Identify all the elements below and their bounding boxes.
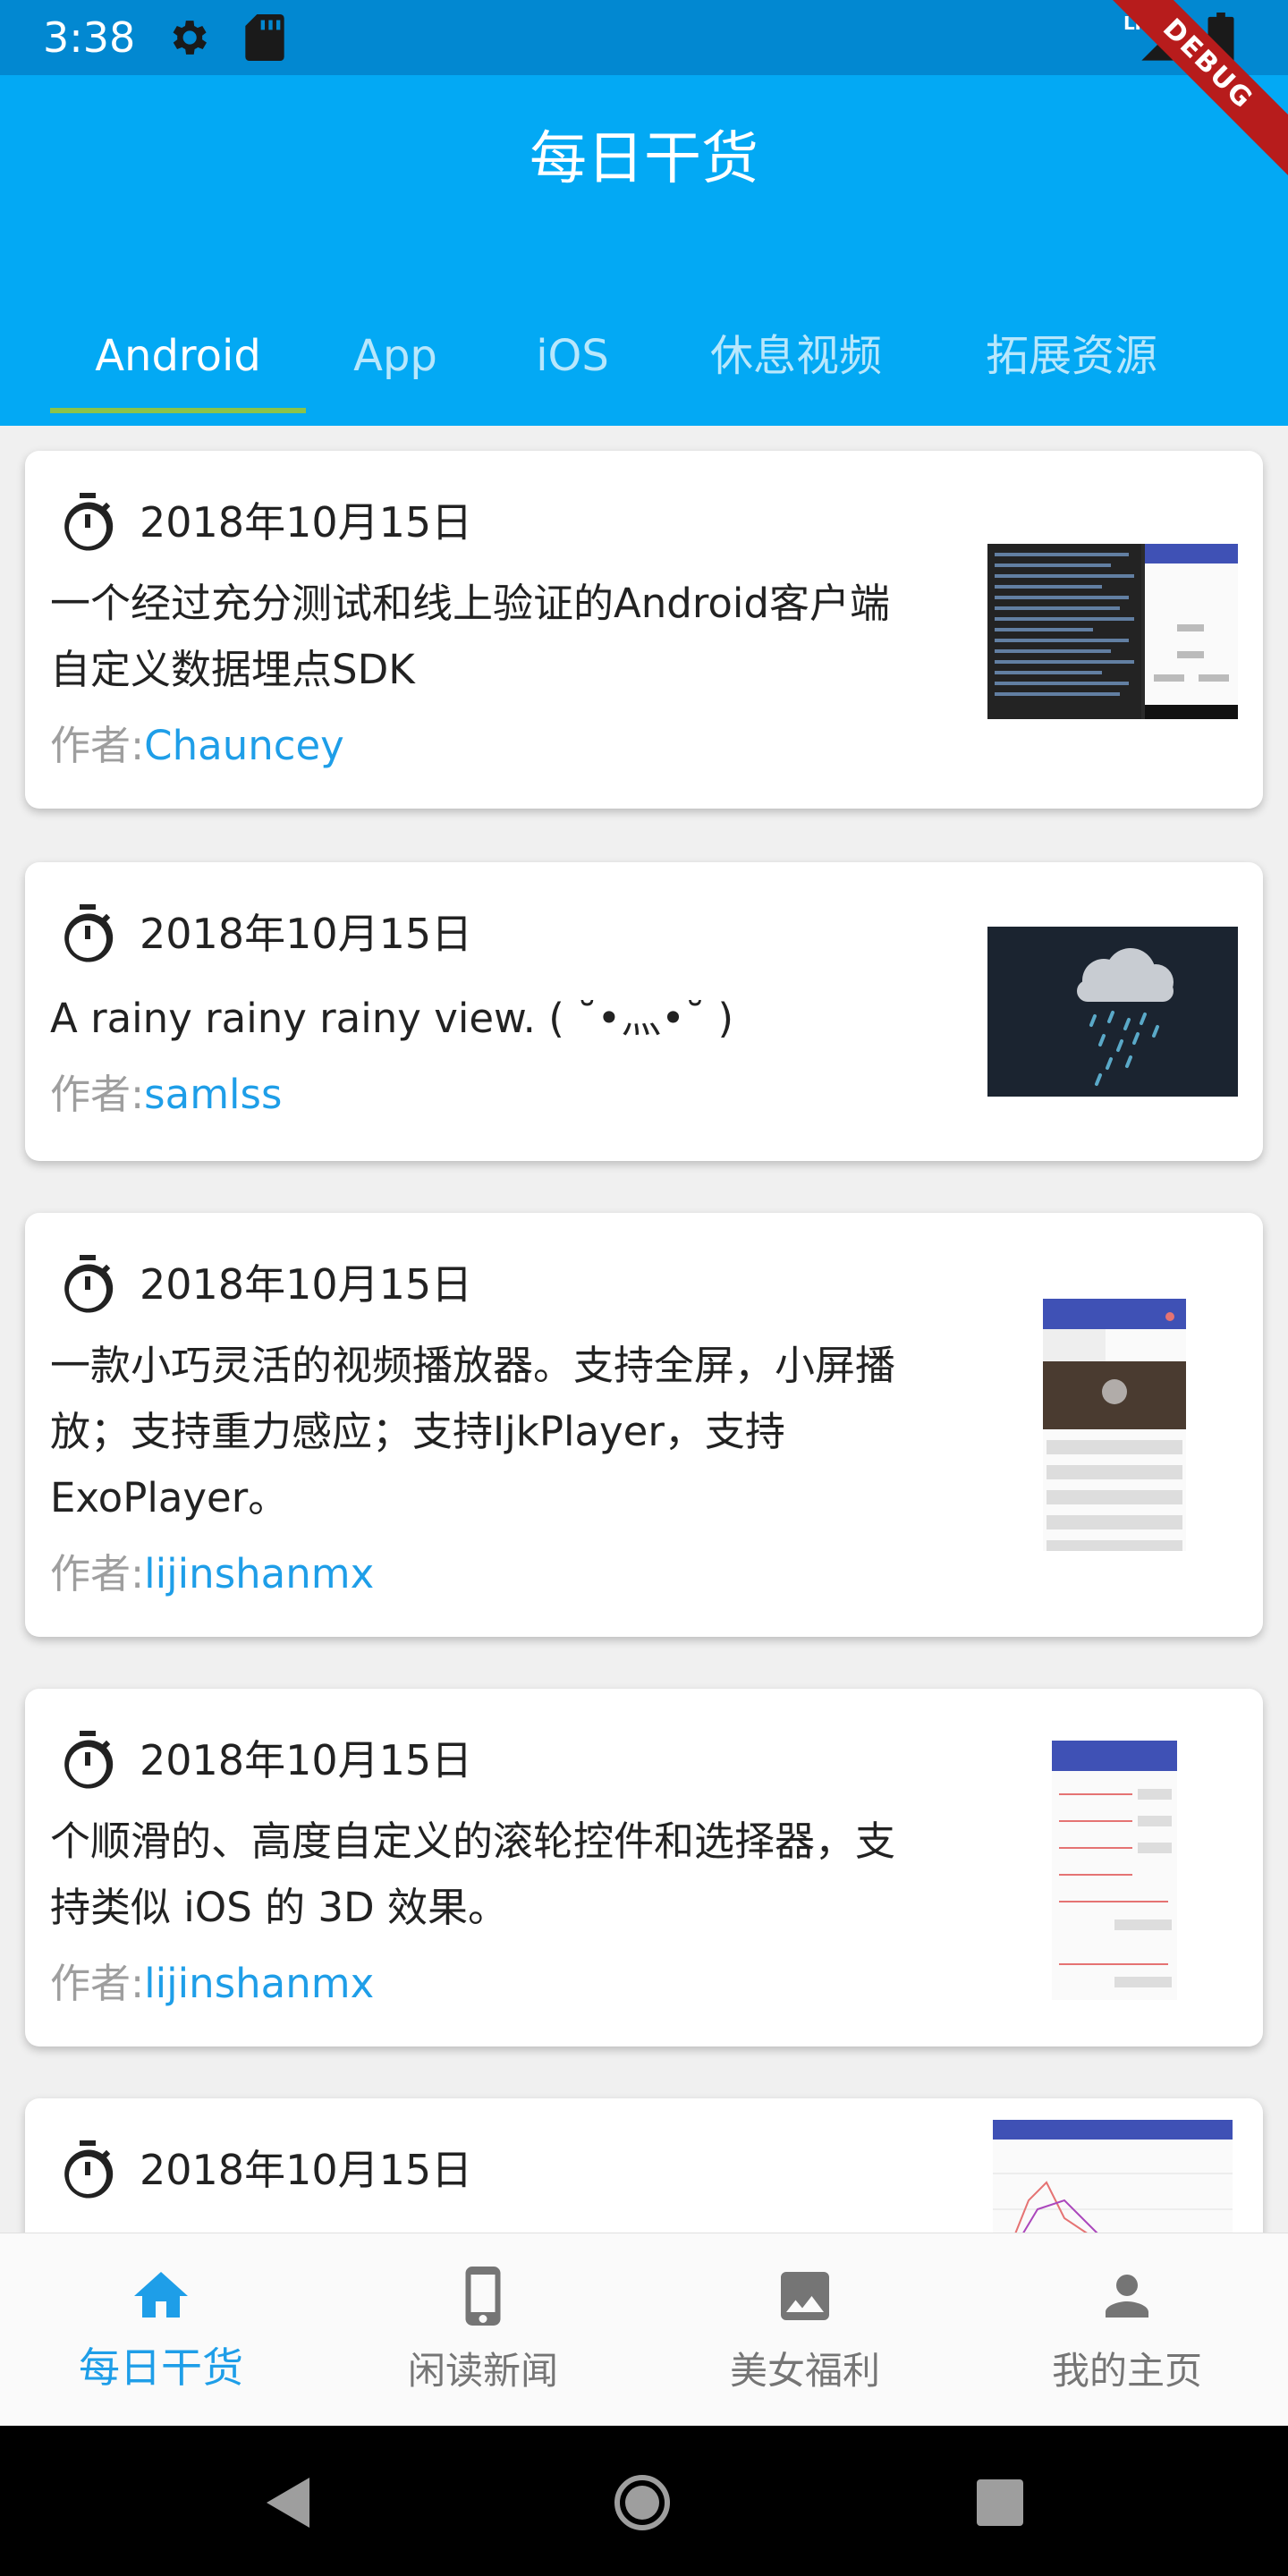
tab-ios[interactable]: iOS	[510, 301, 635, 411]
article-description: 一个经过充分测试和线上验证的Android客户端 自定义数据埋点SDK	[50, 571, 980, 703]
article-author: 作者:lijinshanmx	[50, 1547, 374, 1601]
article-date: 2018年10月15日	[140, 498, 473, 547]
article-thumbnail	[987, 927, 1238, 1097]
author-name[interactable]: lijinshanmx	[144, 1960, 374, 2007]
author-label: 作者:	[50, 1960, 145, 2007]
author-name[interactable]: lijinshanmx	[144, 1550, 374, 1597]
description-line: 持类似 iOS 的 3D 效果。	[50, 1884, 508, 1931]
page-title: 每日干货	[530, 126, 758, 192]
status-bar: 3:38 LTE	[0, 0, 1288, 75]
description-line: A rainy rainy rainy view. ( ˘•灬•˘ )	[50, 995, 734, 1042]
app-bar: 每日干货 Android App iOS 休息视频 拓展资源	[0, 75, 1288, 426]
phone-icon	[465, 2267, 501, 2326]
status-time: 3:38	[43, 13, 136, 62]
nav-profile[interactable]: 我的主页	[966, 2233, 1288, 2427]
article-card[interactable]: 2018年10月15日 一个经过充分测试和线上验证的Android客户端 自定义…	[25, 451, 1263, 809]
article-author: 作者:Chauncey	[50, 719, 344, 773]
nav-daily[interactable]: 每日干货	[0, 2233, 322, 2427]
tab-bar: Android App iOS 休息视频 拓展资源	[0, 301, 1288, 426]
article-author: 作者:samlss	[50, 1068, 282, 1122]
home-icon	[134, 2272, 188, 2318]
article-card[interactable]: 2018年10月15日 A rainy rainy rainy view. ( …	[25, 862, 1263, 1161]
tab-app[interactable]: App	[333, 301, 458, 411]
nav-label: 每日干货	[79, 2343, 243, 2392]
home-button-icon[interactable]	[612, 2472, 673, 2533]
tab-indicator	[50, 408, 306, 413]
back-icon[interactable]	[263, 2474, 313, 2531]
article-date: 2018年10月15日	[140, 910, 473, 958]
tab-android[interactable]: Android	[50, 301, 306, 411]
timer-icon	[64, 1255, 114, 1313]
author-label: 作者:	[50, 722, 145, 769]
nav-label: 闲读新闻	[407, 2349, 558, 2393]
settings-icon	[173, 21, 208, 55]
article-thumbnail	[987, 544, 1238, 719]
description-line: ExoPlayer。	[50, 1474, 289, 1521]
article-description: 一款小巧灵活的视频播放器。支持全屏，小屏播 放；支持重力感应；支持IjkPlay…	[50, 1333, 1007, 1531]
nav-welfare[interactable]: 美女福利	[644, 2233, 966, 2427]
description-line: 一款小巧灵活的视频播放器。支持全屏，小屏播	[50, 1342, 896, 1389]
recents-icon[interactable]	[977, 2479, 1023, 2526]
article-description: 个顺滑的、高度自定义的滚轮控件和选择器，支 持类似 iOS 的 3D 效果。	[50, 1809, 1007, 1941]
article-date: 2018年10月15日	[140, 2146, 473, 2194]
article-date: 2018年10月15日	[140, 1260, 473, 1309]
author-name[interactable]: samlss	[144, 1071, 282, 1118]
description-line: 自定义数据埋点SDK	[50, 646, 415, 693]
article-thumbnail	[1052, 1741, 1177, 2000]
description-line: 放；支持重力感应；支持IjkPlayer，支持	[50, 1408, 785, 1455]
timer-icon	[64, 904, 114, 962]
sd-card-icon	[245, 14, 284, 61]
article-author: 作者:lijinshanmx	[50, 1957, 374, 2011]
timer-icon	[64, 1731, 114, 1789]
author-label: 作者:	[50, 1071, 145, 1118]
system-navigation-bar	[0, 2426, 1288, 2576]
nav-label: 美女福利	[729, 2349, 880, 2393]
image-icon	[781, 2272, 829, 2320]
article-card[interactable]: 2018年10月15日 一款小巧灵活的视频播放器。支持全屏，小屏播 放；支持重力…	[25, 1213, 1263, 1637]
article-date: 2018年10月15日	[140, 1736, 473, 1784]
bottom-navigation: 每日干货 闲读新闻 美女福利 我的主页	[0, 2233, 1288, 2427]
article-thumbnail	[1043, 1299, 1186, 1551]
person-icon	[1106, 2275, 1148, 2318]
author-label: 作者:	[50, 1550, 145, 1597]
author-name[interactable]: Chauncey	[144, 722, 344, 769]
description-line: 一个经过充分测试和线上验证的Android客户端	[50, 580, 890, 627]
tab-resources[interactable]: 拓展资源	[964, 301, 1179, 411]
nav-label: 我的主页	[1051, 2349, 1202, 2393]
description-line: 个顺滑的、高度自定义的滚轮控件和选择器，支	[50, 1818, 896, 1865]
article-description: A rainy rainy rainy view. ( ˘•灬•˘ )	[50, 986, 980, 1052]
timer-icon	[64, 2140, 114, 2199]
nav-news[interactable]: 闲读新闻	[322, 2233, 644, 2427]
timer-icon	[64, 493, 114, 551]
article-card[interactable]: 2018年10月15日 个顺滑的、高度自定义的滚轮控件和选择器，支 持类似 iO…	[25, 1689, 1263, 2046]
tab-rest-video[interactable]: 休息视频	[689, 301, 903, 411]
